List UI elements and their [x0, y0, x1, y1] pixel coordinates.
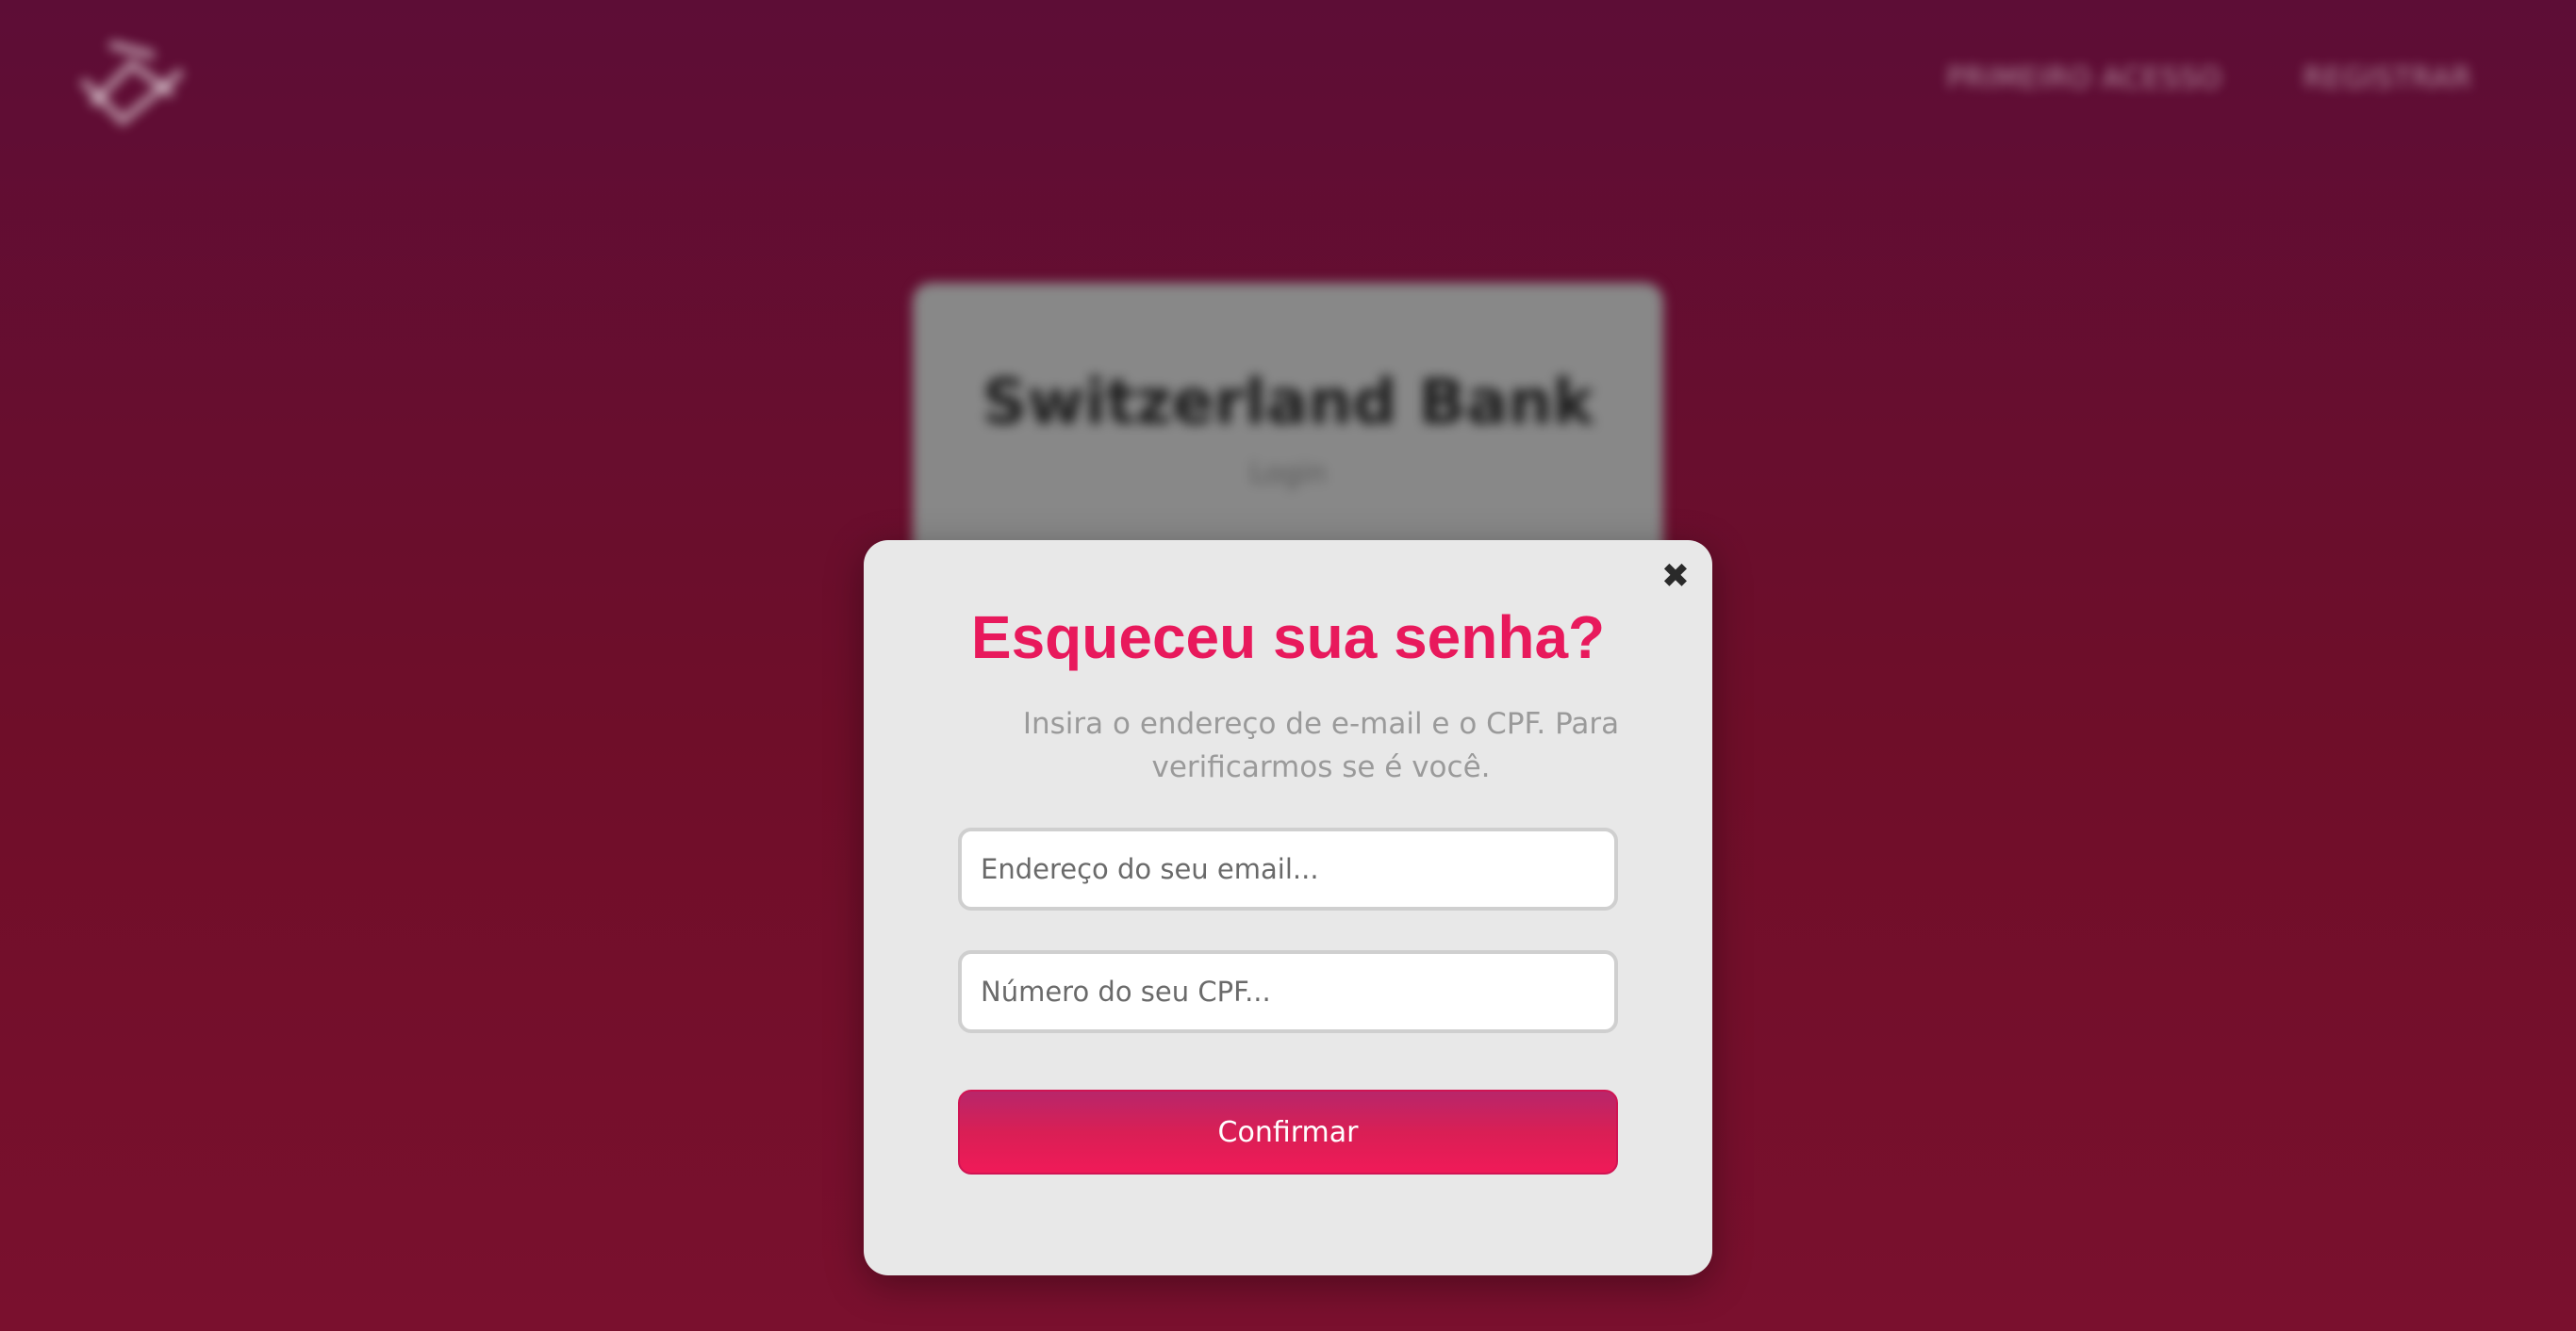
login-card-title: Switzerland Bank: [982, 366, 1594, 438]
cpf-field[interactable]: [958, 950, 1618, 1033]
modal-title: Esqueceu sua senha?: [970, 603, 1606, 671]
nav-link-primeiro-acesso[interactable]: PRIMEIRO ACESSO: [1947, 62, 2222, 95]
top-nav: PRIMEIRO ACESSO REGISTRAR: [1947, 62, 2472, 95]
close-icon[interactable]: ✖: [1652, 553, 1699, 600]
login-card-subtitle: Login: [1249, 457, 1327, 490]
forgot-password-modal: ✖ Esqueceu sua senha? Insira o endereço …: [864, 540, 1712, 1275]
confirm-button[interactable]: Confirmar: [958, 1090, 1618, 1175]
modal-description: Insira o endereço de e-mail e o CPF. Par…: [1022, 707, 1620, 784]
nav-link-registrar[interactable]: REGISTRAR: [2304, 62, 2472, 95]
bank-logo-icon: [80, 41, 184, 127]
email-field[interactable]: [958, 828, 1618, 911]
